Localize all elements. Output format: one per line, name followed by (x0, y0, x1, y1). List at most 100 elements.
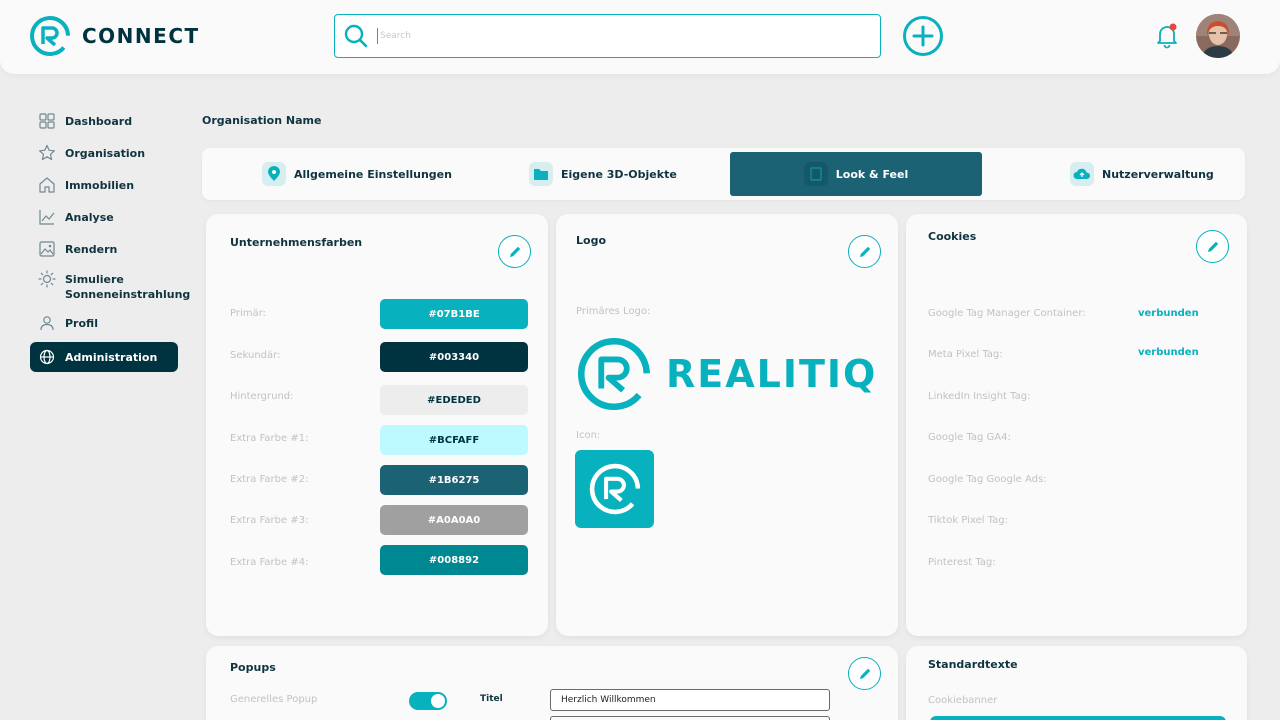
sidebar-item-dashboard[interactable]: Dashboard (30, 108, 180, 134)
realitiq-logo-icon (578, 338, 650, 410)
cookie-banner-field[interactable] (930, 716, 1226, 720)
notifications-button[interactable] (1155, 22, 1181, 54)
popups-card: Popups Generelles Popup Titel (206, 646, 898, 720)
sidebar-item-label: Immobilien (65, 179, 135, 192)
cookie-label-gtm: Google Tag Manager Container: (928, 308, 1086, 319)
icon-label: Icon: (576, 430, 601, 441)
tab-label: Nutzerverwaltung (1102, 167, 1214, 181)
search-input[interactable] (380, 31, 880, 41)
cookie-banner-label: Cookiebanner (928, 695, 998, 706)
sidebar-item-label: Administration (65, 351, 158, 364)
text-caret (377, 28, 378, 44)
color-label-extra-3: Extra Farbe #3: (230, 515, 309, 526)
pencil-icon (859, 668, 870, 679)
cookie-label-pinterest: Pinterest Tag: (928, 557, 996, 568)
add-button[interactable] (902, 15, 944, 61)
app-icon (575, 450, 654, 528)
tab-label: Look & Feel (835, 167, 909, 181)
cloud-icon (1070, 162, 1094, 186)
general-popup-label: Generelles Popup (230, 694, 318, 705)
edit-popups-button[interactable] (848, 657, 881, 690)
edit-logo-button[interactable] (848, 235, 881, 268)
sidebar-item-label: Dashboard (65, 115, 133, 128)
card-title: Logo (576, 234, 606, 247)
chart-icon (38, 208, 56, 226)
folder-icon (529, 162, 553, 186)
color-swatch-primary[interactable]: #07B1BE (380, 299, 528, 329)
cookie-label-linkedin: LinkedIn Insight Tag: (928, 391, 1031, 402)
title-field-label: Titel (480, 694, 503, 704)
search-bar[interactable] (334, 14, 881, 58)
globe-icon (38, 348, 56, 366)
plus-circle-icon (903, 16, 943, 56)
sidebar-item-profil[interactable]: Profil (30, 310, 180, 336)
card-title: Unternehmensfarben (230, 236, 363, 249)
color-label-extra-4: Extra Farbe #4: (230, 557, 309, 568)
sidebar-item-immobilien[interactable]: Immobilien (30, 172, 180, 198)
user-avatar[interactable] (1196, 14, 1240, 58)
sidebar-item-rendern[interactable]: Rendern (30, 236, 180, 262)
location-pin-icon (262, 162, 286, 186)
sidebar-item-organisation[interactable]: Organisation (30, 140, 180, 166)
page-title: Organisation Name (202, 114, 322, 127)
second-input-edge (550, 716, 830, 720)
general-popup-toggle[interactable] (409, 692, 447, 710)
cookie-label-google-ads: Google Tag Google Ads: (928, 474, 1047, 485)
standard-texts-card: Standardtexte Cookiebanner (906, 646, 1247, 720)
color-swatch-secondary[interactable]: #003340 (380, 342, 528, 372)
brand-name: CONNECT (82, 24, 200, 48)
search-icon (344, 24, 368, 48)
color-swatch-extra-2[interactable]: #1B6275 (380, 465, 528, 495)
cookie-status-meta[interactable]: verbunden (1138, 347, 1199, 358)
cookie-label-meta: Meta Pixel Tag: (928, 349, 1003, 360)
sidebar-item-label: Profil (65, 317, 98, 330)
realitiq-logo-icon (30, 16, 70, 56)
sun-icon (38, 270, 56, 288)
color-swatch-background[interactable]: #EDEDED (380, 385, 528, 415)
cookie-status-gtm[interactable]: verbunden (1138, 308, 1199, 319)
tab-look-and-feel[interactable]: Look & Feel (730, 152, 982, 196)
card-title: Popups (230, 661, 276, 674)
grid-icon (38, 112, 56, 130)
tab-eigene-3d-objekte[interactable]: Eigene 3D-Objekte (529, 152, 677, 196)
image-icon (38, 240, 56, 258)
tab-allgemeine-einstellungen[interactable]: Allgemeine Einstellungen (262, 152, 452, 196)
pencil-icon (509, 246, 520, 257)
logo-wordmark: REALITIQ (666, 352, 878, 396)
sidebar-item-analyse[interactable]: Analyse (30, 204, 180, 230)
color-label-extra-1: Extra Farbe #1: (230, 433, 309, 444)
edit-colors-button[interactable] (498, 235, 531, 268)
cookie-label-ga4: Google Tag GA4: (928, 432, 1011, 443)
card-title: Standardtexte (928, 658, 1018, 671)
logo-card: Logo Primäres Logo: REALITIQ Icon: (556, 214, 898, 636)
pencil-icon (1207, 241, 1218, 252)
bell-icon (1157, 23, 1177, 49)
color-swatch-extra-3[interactable]: #A0A0A0 (380, 505, 528, 535)
color-swatch-extra-1[interactable]: #BCFAFF (380, 425, 528, 455)
color-swatch-extra-4[interactable]: #008892 (380, 545, 528, 575)
primary-logo: REALITIQ (574, 334, 877, 414)
house-icon (38, 176, 56, 194)
sidebar-item-sonneneinstrahlung[interactable]: Simuliere Sonneneinstrahlung (30, 266, 190, 306)
settings-tabs: Allgemeine Einstellungen Eigene 3D-Objek… (202, 148, 1245, 200)
company-colors-card: Unternehmensfarben Primär: #07B1BE Sekun… (206, 214, 548, 636)
sidebar-item-label: Organisation (65, 147, 146, 160)
sidebar-item-administration[interactable]: Administration (30, 342, 178, 372)
cookie-label-tiktok: Tiktok Pixel Tag: (928, 515, 1008, 526)
pencil-icon (859, 246, 870, 257)
color-label-primary: Primär: (230, 308, 266, 319)
color-label-secondary: Sekundär: (230, 350, 281, 361)
sidebar-item-label: Simuliere Sonneneinstrahlung (65, 273, 191, 301)
color-label-background: Hintergrund: (230, 391, 294, 402)
document-icon (803, 162, 828, 186)
popup-title-input[interactable] (550, 689, 830, 711)
sidebar-item-label: Rendern (65, 243, 118, 256)
top-header: CONNECT (0, 0, 1280, 74)
color-label-extra-2: Extra Farbe #2: (230, 474, 309, 485)
tab-nutzerverwaltung[interactable]: Nutzerverwaltung (1070, 152, 1214, 196)
avatar-image (1196, 14, 1240, 58)
realitiq-logo-icon (589, 463, 640, 515)
brand-logo[interactable]: CONNECT (28, 14, 200, 58)
cookies-card: Cookies Google Tag Manager Container: ve… (906, 214, 1247, 636)
edit-cookies-button[interactable] (1196, 230, 1229, 263)
